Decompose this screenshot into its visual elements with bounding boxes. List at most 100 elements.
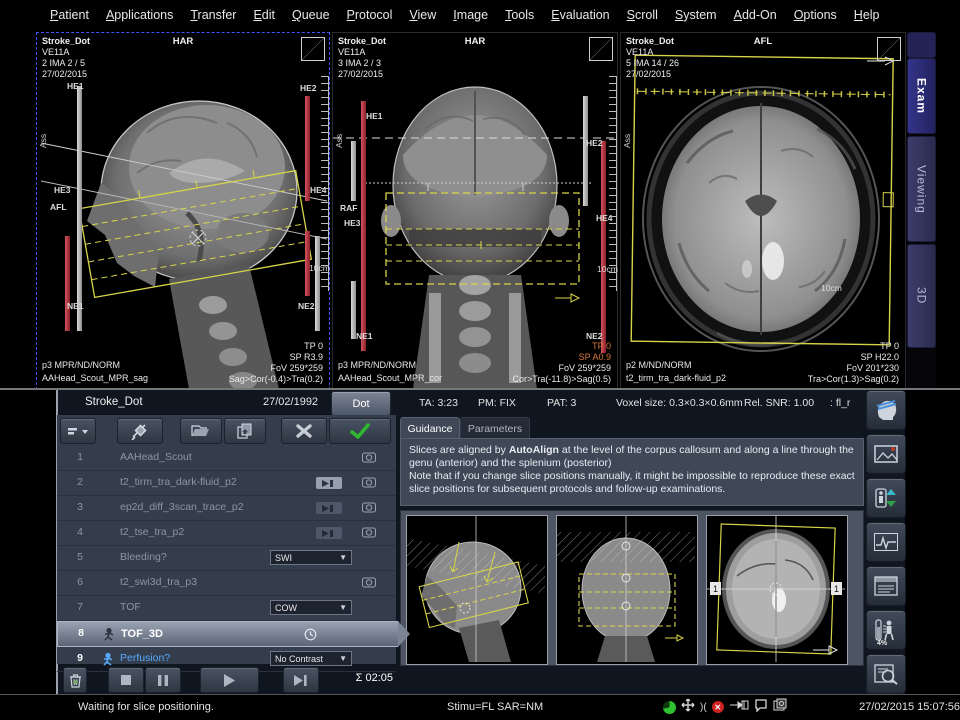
menu-tools[interactable]: Tools — [505, 8, 534, 22]
patient-registration-button[interactable] — [866, 390, 906, 430]
menu-view[interactable]: View — [409, 8, 436, 22]
protocol-row[interactable]: 1AAHead_Scout — [57, 446, 396, 471]
scale-ruler — [609, 76, 617, 291]
stop-button[interactable] — [108, 667, 144, 693]
sequence-name: : fl_r — [830, 397, 850, 409]
menu-addon[interactable]: Add-On — [734, 8, 777, 22]
cancel-button[interactable] — [281, 418, 327, 444]
table-position-button[interactable] — [866, 478, 906, 518]
axis-label: Ass — [38, 134, 48, 148]
message-balloon-icon[interactable] — [754, 698, 768, 717]
skip-button[interactable] — [283, 667, 319, 693]
patient-name: Stroke_Dot — [85, 396, 143, 408]
tab-3d[interactable]: 3D — [907, 244, 936, 348]
orientation-header: HAR — [37, 36, 329, 47]
coil-label: AFL — [50, 202, 67, 212]
axial-brain-image — [621, 33, 905, 389]
scan-time: TA: 3:23 — [419, 397, 458, 409]
protocol-row[interactable]: 2t2_tirm_tra_dark-fluid_p2 — [57, 471, 396, 496]
menu-system[interactable]: System — [675, 8, 717, 22]
menu-applications[interactable]: Applications — [106, 8, 173, 22]
protocol-row[interactable]: 5Bleeding? SWI▼ — [57, 546, 396, 571]
rel-snr: Rel. SNR: 1.00 — [744, 397, 814, 409]
disk-space-icon[interactable] — [663, 701, 676, 714]
menu-image[interactable]: Image — [453, 8, 488, 22]
protocol-row[interactable]: 3ep2d_diff_3scan_trace_p2 — [57, 496, 396, 521]
film-task-icon[interactable] — [773, 698, 787, 716]
clock-datetime: 27/02/2015 15:07:56 — [859, 701, 960, 713]
data-transfer-icon[interactable] — [729, 698, 749, 716]
protocol-properties-button[interactable] — [866, 566, 906, 606]
viewport-coronal[interactable]: Stroke_Dot VE11A 3 IMA 2 / 3 27/02/2015 … — [332, 32, 618, 390]
coil-label: NE1 — [356, 331, 373, 341]
inline-display-button[interactable] — [866, 654, 906, 694]
menu-scroll[interactable]: Scroll — [627, 8, 658, 22]
physio-signal-button[interactable] — [866, 522, 906, 562]
decision-dropdown[interactable]: No Contrast▼ — [270, 651, 352, 666]
viewport-corner-handle[interactable] — [877, 37, 901, 61]
thumbnail-coronal[interactable] — [556, 515, 698, 665]
table-move-icon[interactable] — [681, 698, 695, 717]
delete-trash-button[interactable] — [63, 667, 87, 693]
clock-icon — [304, 628, 317, 644]
image-text-bottomleft: p3 MPR/ND/NORM AAHead_Scout_MPR_sag — [42, 359, 148, 385]
menu-evaluation[interactable]: Evaluation — [551, 8, 609, 22]
play-button[interactable] — [200, 667, 259, 693]
menu-edit[interactable]: Edit — [253, 8, 275, 22]
coil-bar — [361, 101, 366, 351]
chevron-down-icon: ▼ — [339, 654, 347, 663]
copy-reference-button[interactable] — [224, 418, 266, 444]
tab-viewing[interactable]: Viewing — [907, 136, 936, 242]
error-indicator-icon[interactable]: ✕ — [712, 701, 724, 713]
camera-icon — [362, 501, 376, 516]
tab-parameters[interactable]: Parameters — [460, 417, 530, 439]
open-protocol-button[interactable] — [180, 418, 222, 444]
apply-check-button[interactable] — [329, 418, 391, 444]
pause-continue-badge — [316, 477, 342, 489]
image-text-bottomright: TP 0 SP A0.9 FoV 259*259 Cor>Tra(-11.8)>… — [512, 341, 611, 385]
contrast-syringe-button[interactable] — [117, 418, 163, 444]
thumbnail-sagittal[interactable] — [406, 515, 548, 665]
dot-engine-button[interactable]: Dot — [331, 391, 391, 416]
menu-patient[interactable]: Patient — [50, 8, 89, 22]
menu-help[interactable]: Help — [854, 8, 880, 22]
viewport-axial[interactable]: Stroke_Dot VE11A 5 IMA 14 / 26 27/02/201… — [620, 32, 906, 390]
coil-coupling-icon[interactable]: )( — [700, 702, 707, 713]
scale-label: 10cm — [309, 263, 330, 273]
protocol-row[interactable]: 6t2_swi3d_tra_p3 — [57, 571, 396, 596]
viewport-corner-handle[interactable] — [589, 37, 613, 61]
protocol-row[interactable]: 4t2_tse_tra_p2 — [57, 521, 396, 546]
coil-label: HE2 — [300, 83, 317, 93]
pause-button[interactable] — [145, 667, 181, 693]
menu-transfer[interactable]: Transfer — [190, 8, 236, 22]
protocol-row-selected[interactable]: 8 TOF_3D — [57, 621, 398, 647]
tab-exam[interactable]: Exam — [907, 58, 936, 134]
coil-label: HE3 — [344, 218, 361, 228]
decision-dropdown[interactable]: COW▼ — [270, 600, 352, 615]
worklist-split-button[interactable] — [60, 418, 96, 444]
scale-label: 10cm — [821, 283, 842, 293]
patient-birthdate: 27/02/1992 — [263, 396, 318, 408]
coil-bar — [77, 86, 82, 331]
camera-icon — [362, 576, 376, 591]
menu-protocol[interactable]: Protocol — [347, 8, 393, 22]
coil-bar — [583, 96, 588, 206]
camera-icon — [362, 476, 376, 491]
menu-queue[interactable]: Queue — [292, 8, 330, 22]
running-person-icon — [102, 628, 114, 644]
menu-options[interactable]: Options — [794, 8, 837, 22]
snapshot-button[interactable] — [866, 434, 906, 474]
thumbnail-axial[interactable]: 1 1 — [706, 515, 848, 665]
viewport-corner-handle[interactable] — [301, 37, 325, 61]
viewport-sagittal[interactable]: Stroke_Dot VE11A 2 IMA 2 / 5 27/02/2015 … — [36, 32, 330, 390]
decision-dropdown[interactable]: SWI▼ — [270, 550, 352, 565]
coil-bar — [601, 141, 606, 353]
coil-label: NE1 — [67, 301, 84, 311]
sar-monitor-button[interactable]: 4% — [866, 610, 906, 650]
chevron-down-icon: ▼ — [339, 603, 347, 612]
status-icon-tray: )( ✕ — [663, 698, 787, 716]
tab-guidance[interactable]: Guidance — [400, 417, 460, 439]
coronal-head-image — [333, 33, 617, 389]
protocol-row[interactable]: 7TOF COW▼ — [57, 596, 396, 621]
image-text-bottomright: TP 0 SP H22.0 FoV 201*230 Tra>Cor(1.3)>S… — [808, 341, 899, 385]
